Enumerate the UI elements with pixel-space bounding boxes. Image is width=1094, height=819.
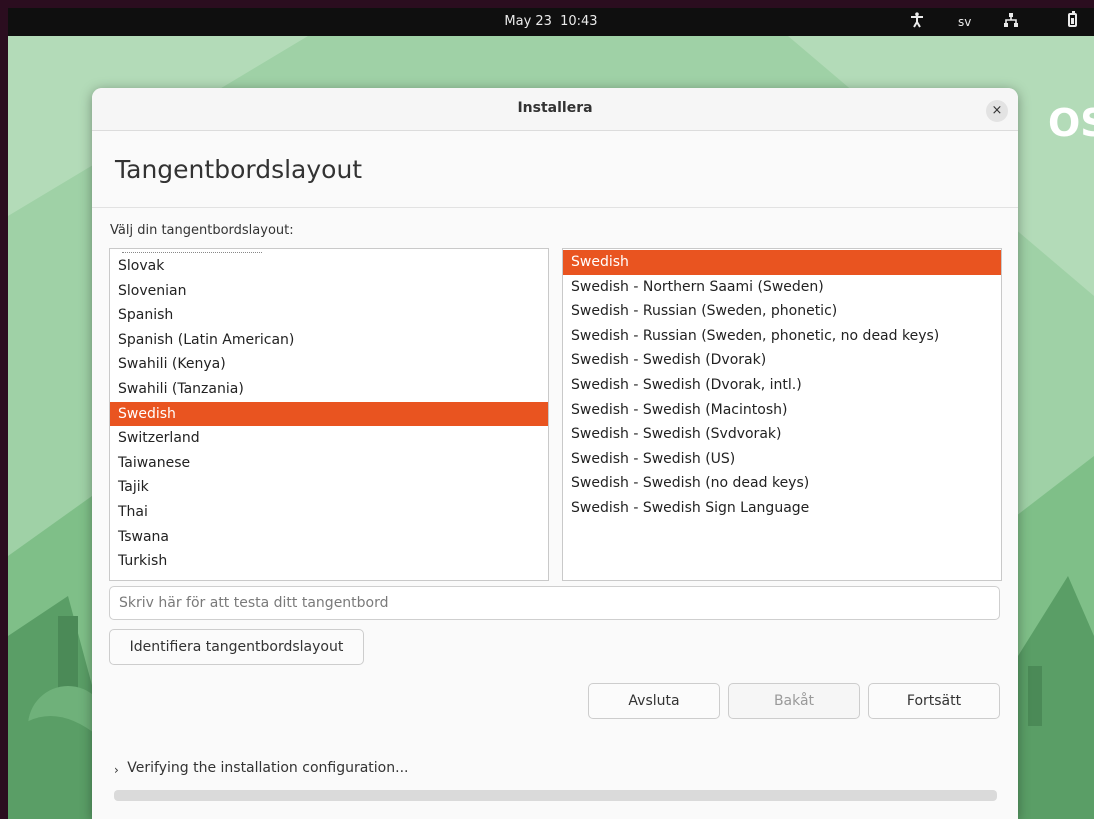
continue-button[interactable]: Fortsätt [868, 683, 1000, 719]
variant-list-item[interactable]: Swedish [563, 250, 1001, 275]
layout-list-item[interactable]: Taiwanese [110, 451, 548, 476]
layout-list-item[interactable]: Switzerland [110, 426, 548, 451]
layout-list-item[interactable]: Turkish [110, 549, 548, 574]
variant-list-item[interactable]: Swedish - Swedish (Dvorak) [563, 348, 1001, 373]
keyboard-variant-items: Swedish Swedish - Northern Saami (Sweden)… [563, 250, 1001, 521]
page-title: Tangentbordslayout [115, 155, 363, 184]
layout-list-item[interactable]: Tswana [110, 525, 548, 550]
chevron-right-icon: › [114, 763, 119, 777]
back-button[interactable]: Bakåt [728, 683, 860, 719]
network-icon[interactable] [1003, 12, 1019, 32]
layout-list-item[interactable]: Swedish [110, 401, 548, 427]
accessibility-icon[interactable] [910, 12, 924, 32]
screen: May 23 10:43 sv OS Installera × Tangentb… [8, 8, 1094, 819]
layout-list-item[interactable]: Slovenian [110, 279, 548, 304]
keyboard-test-input[interactable] [109, 586, 1000, 620]
variant-list-item[interactable]: Swedish - Swedish Sign Language [563, 496, 1001, 521]
layout-list-item[interactable]: Spanish (Latin American) [110, 328, 548, 353]
variant-list-item[interactable]: Swedish - Swedish (Svdvorak) [563, 422, 1001, 447]
installer-dialog: Installera × Tangentbordslayout Välj din… [92, 88, 1018, 819]
variant-list-item[interactable]: Swedish - Swedish (no dead keys) [563, 471, 1001, 496]
variant-list-item[interactable]: Swedish - Swedish (Dvorak, intl.) [563, 373, 1001, 398]
variant-list-item[interactable]: Swedish - Russian (Sweden, phonetic) [563, 299, 1001, 324]
progress-bar [114, 790, 997, 801]
battery-icon[interactable] [1068, 11, 1077, 27]
layout-list-item[interactable]: Swahili (Tanzania) [110, 377, 548, 402]
clock[interactable]: May 23 10:43 [8, 14, 1094, 29]
language-indicator[interactable]: sv [958, 15, 971, 29]
variant-list-item[interactable]: Swedish - Russian (Sweden, phonetic, no … [563, 324, 1001, 349]
layout-list-item[interactable]: Spanish [110, 303, 548, 328]
clock-date: May 23 [504, 14, 552, 29]
keyboard-variant-list[interactable]: Swedish Swedish - Northern Saami (Sweden)… [562, 248, 1002, 581]
page-header: Tangentbordslayout [92, 131, 1018, 208]
quit-button[interactable]: Avsluta [588, 683, 720, 719]
top-bar: May 23 10:43 sv [8, 8, 1094, 36]
scrolled-item-fragment [122, 249, 262, 253]
layout-prompt-label: Välj din tangentbordslayout: [110, 223, 294, 238]
clock-time: 10:43 [560, 14, 598, 29]
layout-list-item[interactable]: Slovak [110, 254, 548, 279]
variant-list-item[interactable]: Swedish - Swedish (Macintosh) [563, 398, 1001, 423]
status-expander[interactable]: › Verifying the installation configurati… [114, 760, 409, 777]
dialog-titlebar[interactable]: Installera × [92, 88, 1018, 131]
status-text: Verifying the installation configuration… [127, 760, 409, 776]
keyboard-layout-list[interactable]: Slovak Slovenian Spanish Spanish (Latin Ame… [109, 248, 549, 581]
layout-list-item[interactable]: Swahili (Kenya) [110, 352, 548, 377]
keyboard-layout-items: Slovak Slovenian Spanish Spanish (Latin Ame… [110, 254, 548, 574]
variant-list-item[interactable]: Swedish - Northern Saami (Sweden) [563, 275, 1001, 300]
variant-list-item[interactable]: Swedish - Swedish (US) [563, 447, 1001, 472]
layout-list-item[interactable]: Tajik [110, 475, 548, 500]
identify-layout-button[interactable]: Identifiera tangentbordslayout [109, 629, 364, 665]
close-icon[interactable]: × [986, 100, 1008, 122]
wallpaper-logo: OS [1048, 101, 1094, 145]
dialog-title: Installera [517, 100, 593, 116]
layout-list-item[interactable]: Thai [110, 500, 548, 525]
